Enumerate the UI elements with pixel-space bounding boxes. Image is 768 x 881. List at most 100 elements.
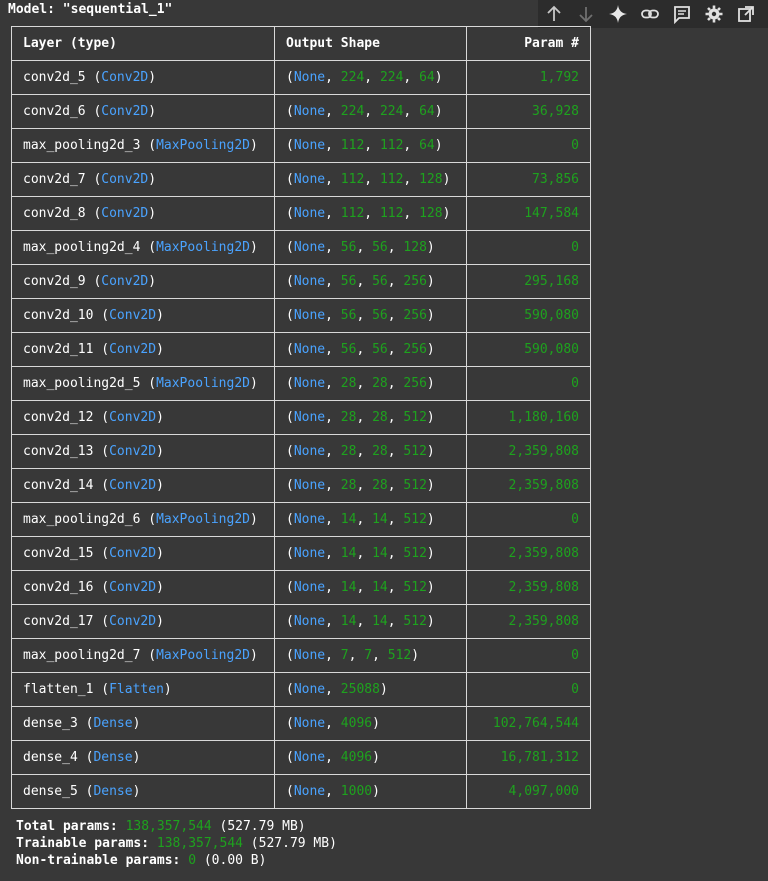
layer-cell: conv2d_16 (Conv2D)	[11, 570, 275, 605]
shape-dim: 512	[387, 648, 412, 663]
layer-cell: max_pooling2d_7 (MaxPooling2D)	[11, 638, 275, 673]
gemini-button[interactable]	[602, 0, 634, 28]
layer-type: MaxPooling2D	[156, 240, 250, 255]
table-row: conv2d_5 (Conv2D) (None, 224, 224, 64) 1,7…	[11, 60, 591, 95]
layer-cell: conv2d_15 (Conv2D)	[11, 536, 275, 571]
param-count-cell: 295,168	[466, 264, 591, 299]
layer-type: Flatten	[109, 682, 164, 697]
table-row: max_pooling2d_5 (MaxPooling2D) (None, 28,…	[11, 366, 591, 401]
shape-dim: 512	[403, 546, 427, 561]
shape-dim: 64	[419, 104, 435, 119]
table-row: conv2d_17 (Conv2D) (None, 14, 14, 512) 2,3…	[11, 604, 591, 639]
shape-dim: 128	[419, 172, 443, 187]
move-down-button[interactable]	[570, 0, 602, 28]
batch-dim: None	[293, 478, 326, 493]
shape-dim: 56	[372, 342, 388, 357]
settings-button[interactable]	[698, 0, 730, 28]
link-button[interactable]	[634, 0, 666, 28]
layer-cell: dense_4 (Dense)	[11, 740, 275, 775]
batch-dim: None	[293, 648, 326, 663]
batch-dim: None	[293, 342, 326, 357]
output-shape-cell: (None, 56, 56, 256)	[274, 332, 467, 367]
total-params-line: Total params: 138,357,544 (527.79 MB)	[16, 819, 306, 834]
layer-cell: conv2d_5 (Conv2D)	[11, 60, 275, 95]
param-count-cell: 73,856	[466, 162, 591, 197]
layer-type: MaxPooling2D	[156, 648, 250, 663]
comment-button[interactable]	[666, 0, 698, 28]
output-shape-cell: (None, 25088)	[274, 672, 467, 707]
shape-dim: 14	[372, 580, 388, 595]
batch-dim: None	[293, 716, 326, 731]
layer-name: conv2d_10	[23, 308, 94, 323]
shape-dim: 224	[340, 104, 365, 119]
layer-type: MaxPooling2D	[156, 138, 250, 153]
table-row: flatten_1 (Flatten) (None, 25088) 0	[11, 672, 591, 707]
layer-name: conv2d_13	[23, 444, 94, 459]
table-row: max_pooling2d_7 (MaxPooling2D) (None, 7, …	[11, 638, 591, 673]
layer-name: conv2d_12	[23, 410, 94, 425]
layer-type: Conv2D	[101, 172, 149, 187]
param-count-cell: 0	[466, 230, 591, 265]
layer-name: max_pooling2d_3	[23, 138, 141, 153]
layer-cell: conv2d_8 (Conv2D)	[11, 196, 275, 231]
batch-dim: None	[293, 274, 326, 289]
batch-dim: None	[293, 682, 326, 697]
layer-name: max_pooling2d_5	[23, 376, 141, 391]
shape-dim: 7	[340, 648, 349, 663]
shape-dim: 256	[403, 342, 427, 357]
shape-dim: 64	[419, 138, 435, 153]
output-shape-cell: (None, 112, 112, 128)	[274, 162, 467, 197]
layer-name: max_pooling2d_6	[23, 512, 141, 527]
layer-name: dense_4	[23, 750, 78, 765]
layer-type: Conv2D	[101, 206, 149, 221]
shape-dim: 4096	[340, 750, 373, 765]
param-count-cell: 102,764,544	[466, 706, 591, 741]
table-row: max_pooling2d_6 (MaxPooling2D) (None, 14,…	[11, 502, 591, 537]
param-count-cell: 147,584	[466, 196, 591, 231]
shape-dim: 512	[403, 512, 427, 527]
layer-type-header: Layer (type)	[11, 26, 275, 61]
output-shape-cell: (None, 28, 28, 512)	[274, 468, 467, 503]
output-shape-cell: (None, 14, 14, 512)	[274, 570, 467, 605]
table-row: conv2d_16 (Conv2D) (None, 14, 14, 512) 2,3…	[11, 570, 591, 605]
shape-dim: 256	[403, 308, 427, 323]
cell-toolbar	[538, 0, 768, 28]
output-shape-cell: (None, 224, 224, 64)	[274, 94, 467, 129]
layer-cell: max_pooling2d_3 (MaxPooling2D)	[11, 128, 275, 163]
table-row: conv2d_15 (Conv2D) (None, 14, 14, 512) 2,3…	[11, 536, 591, 571]
layer-cell: conv2d_9 (Conv2D)	[11, 264, 275, 299]
param-count-cell: 0	[466, 502, 591, 537]
trainable-params-line: Trainable params: 138,357,544 (527.79 MB…	[16, 836, 337, 851]
shape-dim: 28	[372, 478, 388, 493]
output-shape-cell: (None, 112, 112, 64)	[274, 128, 467, 163]
shape-dim: 28	[372, 376, 388, 391]
shape-dim: 224	[379, 104, 404, 119]
param-count-cell: 1,180,160	[466, 400, 591, 435]
layer-cell: conv2d_6 (Conv2D)	[11, 94, 275, 129]
shape-dim: 14	[372, 546, 388, 561]
batch-dim: None	[293, 750, 326, 765]
shape-dim: 1000	[340, 784, 373, 799]
output-shape-cell: (None, 14, 14, 512)	[274, 502, 467, 537]
param-count-cell: 0	[466, 128, 591, 163]
open-external-button[interactable]	[730, 0, 762, 28]
layer-cell: dense_5 (Dense)	[11, 774, 275, 809]
layer-cell: conv2d_12 (Conv2D)	[11, 400, 275, 435]
shape-dim: 512	[403, 410, 427, 425]
shape-dim: 256	[403, 376, 427, 391]
layer-name: conv2d_9	[23, 274, 86, 289]
layer-cell: max_pooling2d_5 (MaxPooling2D)	[11, 366, 275, 401]
batch-dim: None	[293, 410, 326, 425]
shape-dim: 4096	[340, 716, 373, 731]
shape-dim: 512	[403, 580, 427, 595]
shape-dim: 224	[340, 70, 365, 85]
shape-dim: 128	[403, 240, 427, 255]
layer-type: Conv2D	[109, 410, 157, 425]
shape-dim: 512	[403, 478, 427, 493]
shape-dim: 7	[364, 648, 373, 663]
move-down-icon	[579, 7, 593, 23]
non-trainable-params-value: 0	[188, 853, 197, 868]
move-up-button[interactable]	[538, 0, 570, 28]
output-shape-cell: (None, 4096)	[274, 740, 467, 775]
table-row: conv2d_7 (Conv2D) (None, 112, 112, 128) 73…	[11, 162, 591, 197]
